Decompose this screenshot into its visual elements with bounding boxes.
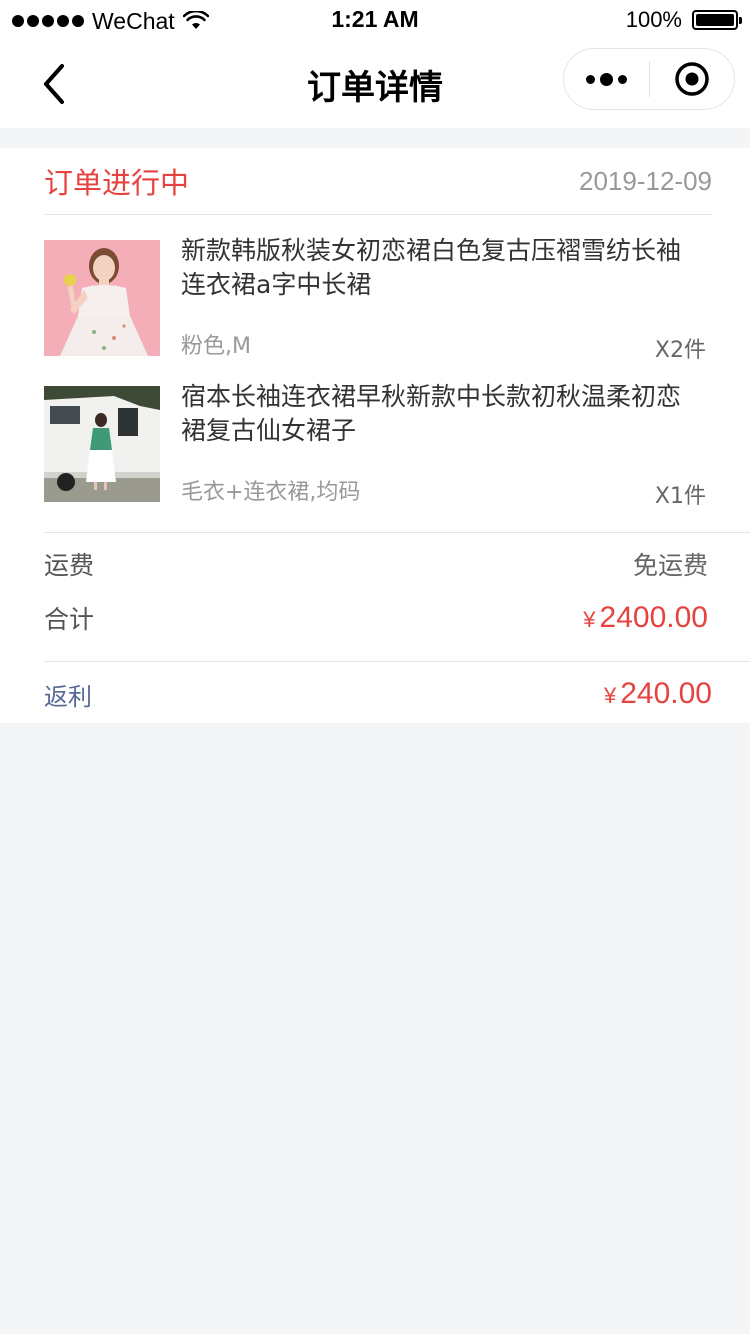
status-bar: WeChat 1:21 AM 100% [0, 0, 750, 40]
product-quantity: X1件 [654, 484, 706, 509]
product-spec: 毛衣+连衣裙,均码 [181, 480, 361, 505]
currency-symbol: ¥ [603, 683, 617, 708]
product-spec: 粉色,M [181, 334, 251, 359]
product-image [44, 240, 160, 356]
menu-capsule [563, 48, 735, 110]
order-status: 订单进行中 [44, 166, 190, 200]
order-date: 2019-12-09 [579, 165, 712, 196]
shipping-label: 运费 [44, 551, 95, 580]
target-circle-icon [675, 62, 709, 96]
battery-percent: 100% [625, 7, 682, 32]
battery-icon [692, 10, 742, 30]
total-value: 2400.00 [599, 601, 708, 634]
nav-bar: 订单详情 [0, 40, 750, 128]
section-divider [44, 532, 750, 533]
total-row: 合计 ¥2400.00 [44, 598, 708, 638]
shipping-value: 免运费 [632, 551, 708, 580]
more-dots-icon [586, 72, 627, 86]
shipping-row: 运费 免运费 [44, 546, 708, 582]
product-item[interactable]: 宿本长袖连衣裙早秋新款中长款初秋温柔初恋裙复古仙女裙子 毛衣+连衣裙,均码 X1… [44, 382, 712, 509]
rebate-amount: ¥240.00 [604, 677, 712, 711]
product-title: 宿本长袖连衣裙早秋新款中长款初秋温柔初恋裙复古仙女裙子 [181, 382, 682, 445]
rebate-row: 返利 ¥240.00 [44, 674, 712, 714]
more-button[interactable] [564, 49, 649, 109]
status-right: 100% [625, 6, 742, 34]
total-label: 合计 [44, 605, 95, 634]
product-image [44, 386, 160, 502]
order-card: 订单进行中 2019-12-09 新款韩版秋装女初恋裙白色复古压褶雪纺长袖连衣裙… [0, 148, 750, 723]
rebate-value: 240.00 [620, 677, 712, 710]
rebate-label: 返利 [44, 682, 92, 711]
currency-symbol: ¥ [583, 607, 596, 632]
total-amount: ¥2400.00 [583, 601, 708, 635]
product-quantity: X2件 [654, 338, 706, 363]
battery-fill [696, 14, 734, 26]
section-divider [44, 661, 750, 662]
product-title: 新款韩版秋装女初恋裙白色复古压褶雪纺长袖连衣裙a字中长裙 [181, 236, 682, 299]
order-header: 订单进行中 2019-12-09 [44, 148, 712, 215]
product-item[interactable]: 新款韩版秋装女初恋裙白色复古压褶雪纺长袖连衣裙a字中长裙 粉色,M X2件 [44, 236, 712, 363]
close-miniprogram-button[interactable] [650, 49, 734, 109]
